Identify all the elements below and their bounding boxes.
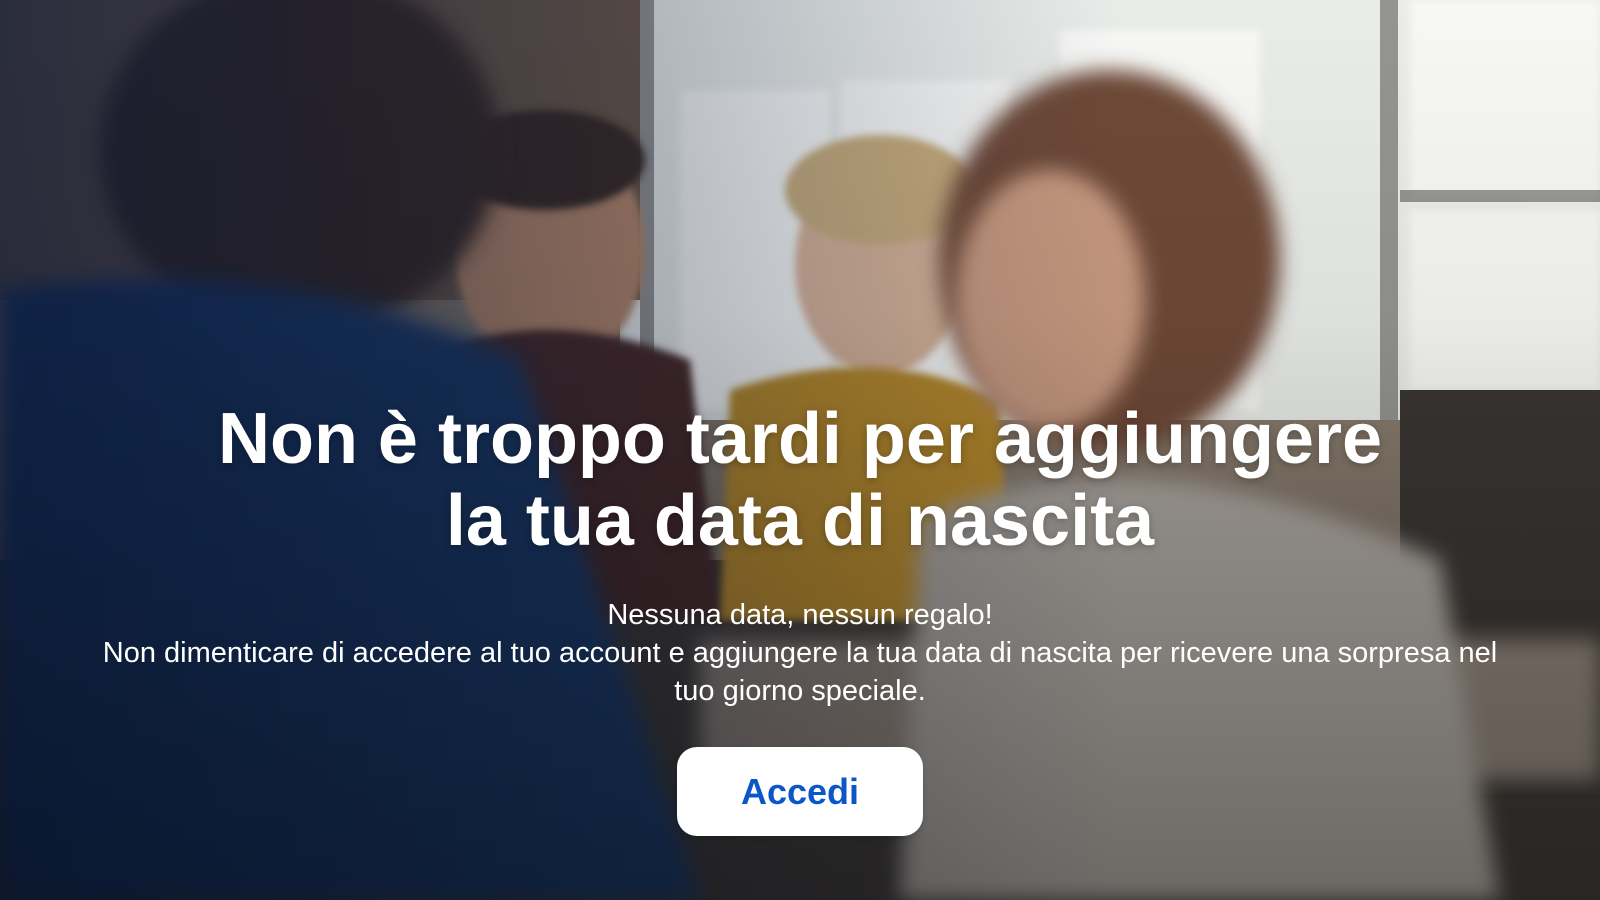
headline-line-2: la tua data di nascita <box>445 481 1155 561</box>
headline-line-1: Non è troppo tardi per aggiungere <box>217 399 1383 479</box>
hero-banner: Non è troppo tardi per aggiungere la tua… <box>0 0 1600 900</box>
hero-headline: Non è troppo tardi per aggiungere la tua… <box>150 398 1450 562</box>
hero-content: Non è troppo tardi per aggiungere la tua… <box>0 398 1600 710</box>
hero-body-text: Non dimenticare di accedere al tuo accou… <box>102 637 1498 707</box>
hero-subtitle: Nessuna data, nessun regalo! <box>607 599 993 631</box>
login-button[interactable]: Accedi <box>677 747 923 836</box>
